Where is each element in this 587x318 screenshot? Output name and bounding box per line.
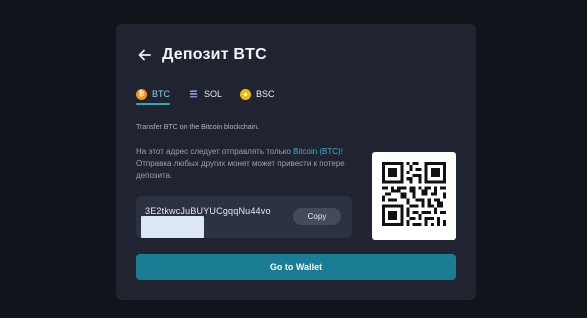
tab-sol[interactable]: SOL: [188, 86, 222, 102]
tab-bsc[interactable]: BSC: [240, 86, 275, 102]
solana-icon: [188, 88, 199, 100]
go-to-wallet-button[interactable]: Go to Wallet: [136, 254, 456, 280]
network-note: Transfer BTC on the Bitcoin blockchain.: [136, 124, 260, 131]
network-tabs: ₿ BTC SOL BSC: [136, 86, 275, 105]
tab-btc[interactable]: ₿ BTC: [136, 86, 170, 105]
bnb-icon: [240, 88, 252, 100]
copy-button[interactable]: Copy: [293, 208, 341, 225]
bitcoin-icon: ₿: [136, 88, 147, 100]
deposit-card: Депозит BTC ₿ BTC SOL BSC Transfer BTC o…: [116, 24, 476, 300]
warning-text-tail: Отправка любых других монет может привес…: [136, 159, 345, 180]
header: Депозит BTC: [136, 46, 267, 64]
warning-highlight: Bitcoin (BTC)!: [293, 147, 343, 156]
deposit-warning: На этот адрес следует отправлять только …: [136, 146, 356, 182]
page-title: Депозит BTC: [162, 46, 267, 63]
deposit-address[interactable]: 3E2tkwcJuBUYUCgqqNu44vo: [145, 206, 271, 216]
address-box: 3E2tkwcJuBUYUCgqqNu44vo Copy: [136, 196, 352, 238]
redaction-block: [141, 216, 204, 238]
tab-label: SOL: [204, 89, 223, 99]
qr-code-icon: [382, 162, 446, 226]
tab-label: BSC: [256, 89, 275, 99]
warning-text: На этот адрес следует отправлять только: [136, 147, 294, 156]
arrow-left-icon[interactable]: [136, 47, 152, 63]
qr-code: [372, 152, 456, 240]
tab-label: BTC: [152, 89, 170, 99]
